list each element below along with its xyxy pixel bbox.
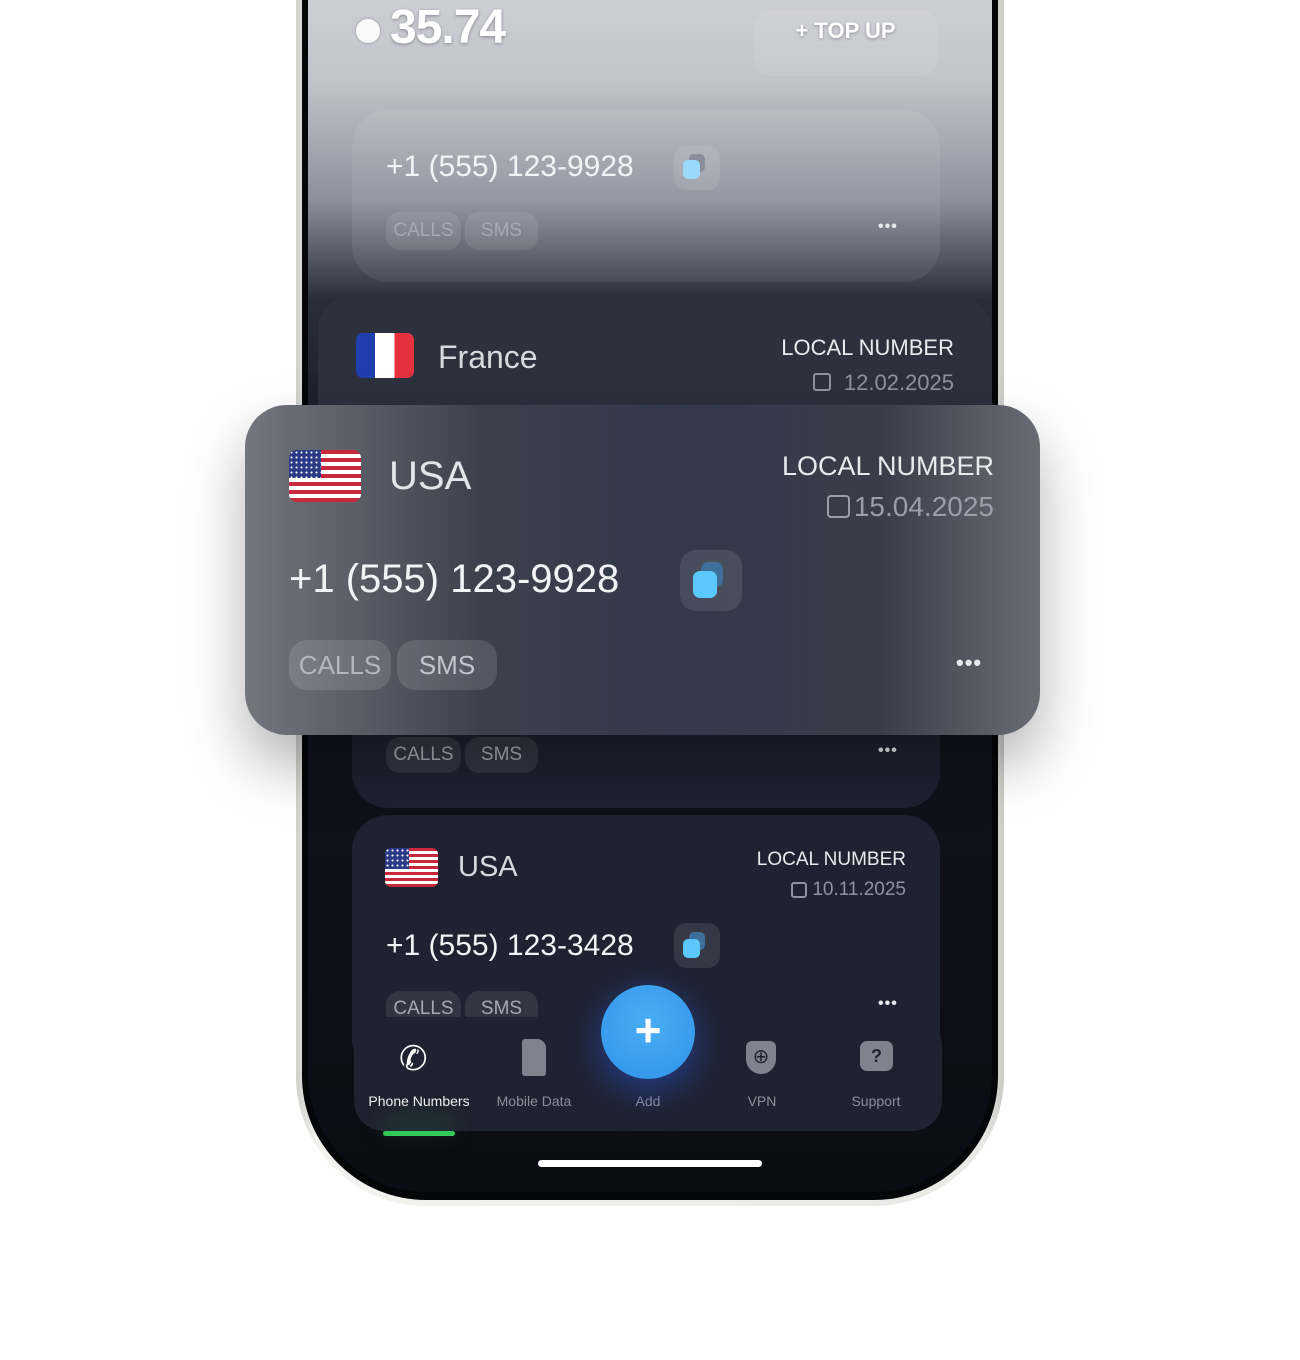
nav-item-mobile-data[interactable]: Mobile Data bbox=[474, 1017, 594, 1131]
calls-tag: CALLS bbox=[289, 640, 391, 690]
nav-item-phone-numbers[interactable]: ✆ Phone Numbers bbox=[354, 1017, 484, 1136]
calendar-icon bbox=[791, 882, 807, 898]
number-card-usa-featured[interactable]: USA LOCAL NUMBER 15.04.2025 +1 (555) 123… bbox=[245, 405, 1040, 735]
top-up-button[interactable]: + TOP UP bbox=[753, 10, 938, 76]
nav-label: Support bbox=[851, 1093, 901, 1109]
phone-call-icon: ✆ bbox=[399, 1040, 428, 1078]
expiry-date: 10.11.2025 bbox=[812, 879, 906, 900]
nav-item-vpn[interactable]: ⊕ VPN bbox=[702, 1017, 822, 1131]
phone-number: +1 (555) 123-9928 bbox=[289, 557, 620, 601]
add-button[interactable]: + bbox=[601, 985, 695, 1079]
number-type: LOCAL NUMBER bbox=[756, 849, 906, 870]
calls-tag: CALLS bbox=[386, 212, 461, 250]
expiry-date: 12.02.2025 bbox=[843, 370, 954, 395]
more-options-button[interactable]: ••• bbox=[956, 650, 982, 676]
more-options-button[interactable]: ••• bbox=[878, 742, 898, 760]
copy-button[interactable] bbox=[674, 923, 720, 968]
copy-icon bbox=[683, 160, 700, 179]
more-options-button[interactable]: ••• bbox=[878, 218, 898, 236]
sim-card-icon bbox=[522, 1039, 546, 1076]
sms-tag: SMS bbox=[465, 212, 538, 250]
nav-label: Add bbox=[635, 1093, 661, 1109]
phone-number: +1 (555) 123-9928 bbox=[386, 150, 634, 183]
copy-button[interactable] bbox=[674, 146, 720, 190]
usa-flag-icon bbox=[385, 848, 438, 887]
sms-tag: SMS bbox=[397, 640, 497, 690]
copy-icon bbox=[683, 939, 700, 958]
nav-label: VPN bbox=[747, 1093, 777, 1109]
question-bubble-icon: ? bbox=[860, 1041, 893, 1071]
nav-item-support[interactable]: ? Support bbox=[816, 1017, 936, 1131]
shield-globe-icon: ⊕ bbox=[746, 1041, 776, 1074]
sms-tag: SMS bbox=[465, 737, 538, 773]
copy-icon bbox=[693, 571, 717, 598]
phone-number: +1 (555) 123-3428 bbox=[386, 929, 634, 962]
active-indicator bbox=[383, 1131, 455, 1136]
country-name: USA bbox=[389, 454, 472, 498]
calendar-icon bbox=[827, 495, 850, 518]
balance: 35.74 bbox=[390, 1, 506, 54]
usa-flag-icon bbox=[289, 450, 361, 502]
france-flag-icon bbox=[356, 333, 414, 378]
more-options-button[interactable]: ••• bbox=[878, 995, 898, 1013]
calls-tag: CALLS bbox=[386, 737, 461, 773]
country-name: USA bbox=[458, 851, 518, 883]
expiry-date: 15.04.2025 bbox=[853, 491, 994, 522]
number-type: LOCAL NUMBER bbox=[781, 335, 954, 360]
coin-icon bbox=[356, 19, 380, 43]
nav-label: Phone Numbers bbox=[368, 1093, 470, 1109]
copy-button[interactable] bbox=[680, 550, 742, 611]
number-type: LOCAL NUMBER bbox=[781, 451, 994, 481]
country-name: France bbox=[438, 339, 538, 375]
home-indicator[interactable] bbox=[538, 1160, 762, 1167]
nav-label: Mobile Data bbox=[496, 1093, 572, 1109]
number-card[interactable]: +1 (555) 123-9928 CALLS SMS ••• bbox=[352, 110, 940, 282]
calendar-icon bbox=[813, 373, 831, 391]
